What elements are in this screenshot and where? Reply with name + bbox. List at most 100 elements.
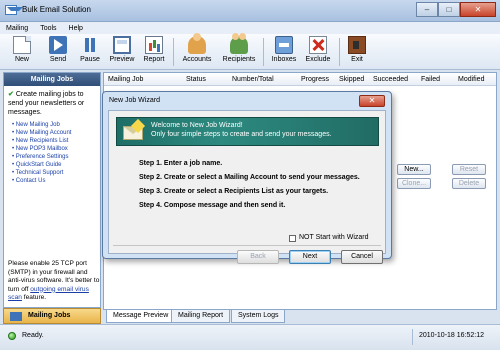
status-text: Ready. <box>22 332 44 339</box>
recipients-users-icon <box>230 33 248 54</box>
dialog-close-button[interactable]: ✕ <box>359 95 385 107</box>
grid-delete-button[interactable]: Delete <box>452 178 486 189</box>
dialog-separator <box>113 245 381 246</box>
link-new-recipients-list[interactable]: New Recipients List <box>12 137 100 145</box>
accounts-button[interactable]: Accounts <box>178 33 216 69</box>
report-button[interactable]: Report <box>138 35 170 69</box>
send-button[interactable]: Send <box>42 35 74 69</box>
dialog-body: Welcome to New Job Wizard! Only four sim… <box>108 110 386 264</box>
new-job-wizard-dialog: New Job Wizard ✕ Welcome to New Job Wiza… <box>102 91 392 264</box>
exit-door-icon <box>348 36 366 54</box>
pause-button[interactable]: Pause <box>74 35 106 69</box>
menu-help[interactable]: Help <box>69 25 83 32</box>
wizard-banner: Welcome to New Job Wizard! Only four sim… <box>116 117 379 146</box>
window-title: Bulk Email Solution <box>22 5 91 14</box>
recipients-button[interactable]: Recipients <box>219 33 259 69</box>
accounts-user-icon <box>188 33 206 54</box>
tab-mailing-report[interactable]: Mailing Report <box>171 310 231 323</box>
checkmark-icon: ✔ <box>8 91 14 98</box>
status-timestamp: 2010-10-18 16:52:12 <box>419 332 484 339</box>
toolbar: New Send Pause Preview Report Accounts R… <box>0 33 500 70</box>
link-preference-settings[interactable]: Preference Settings <box>12 153 100 161</box>
link-new-mailing-account[interactable]: New Mailing Account <box>12 129 100 137</box>
back-button[interactable]: Back <box>237 250 279 264</box>
wizard-steps: Step 1. Enter a job name. Step 2. Create… <box>139 157 360 213</box>
quick-links: New Mailing Job New Mailing Account New … <box>4 117 100 185</box>
status-separator <box>412 329 413 345</box>
left-intro: ✔ Create mailing jobs to send your newsl… <box>4 86 100 117</box>
status-ok-icon <box>8 332 16 340</box>
left-intro-text: Create mailing jobs to send your newslet… <box>8 91 85 116</box>
exclude-label: Exclude <box>305 56 331 63</box>
menu-tools[interactable]: Tools <box>40 25 56 32</box>
col-progress[interactable]: Progress <box>301 76 329 83</box>
banner-subtitle: Only four simple steps to create and sen… <box>151 131 332 138</box>
grid-new-button[interactable]: New... <box>397 164 431 175</box>
dialog-title: New Job Wizard <box>109 97 160 104</box>
exclude-button[interactable]: Exclude <box>301 35 335 69</box>
col-failed[interactable]: Failed <box>421 76 440 83</box>
tab-system-logs[interactable]: System Logs <box>231 310 286 323</box>
grid-header: Mailing Job Status Number/Total Progress… <box>104 73 496 86</box>
close-window-button[interactable]: ✕ <box>460 2 496 17</box>
exit-label: Exit <box>351 56 363 63</box>
link-contact-us[interactable]: Contact Us <box>12 177 100 185</box>
inbox-icon <box>275 36 293 54</box>
minimize-button[interactable]: – <box>416 2 438 17</box>
preview-button[interactable]: Preview <box>106 35 138 69</box>
pause-icon <box>81 36 99 54</box>
grid-reset-button[interactable]: Reset <box>452 164 486 175</box>
toolbar-separator <box>173 38 174 66</box>
accounts-label: Accounts <box>182 56 212 63</box>
send-label: Send <box>49 56 67 63</box>
col-status[interactable]: Status <box>186 76 206 83</box>
firewall-note-end: feature. <box>23 294 47 301</box>
next-button[interactable]: Next <box>289 250 331 264</box>
window-controls: – □ ✕ <box>416 2 496 17</box>
maximize-button[interactable]: □ <box>438 2 460 17</box>
exclude-x-icon <box>309 36 327 54</box>
col-modified[interactable]: Modified <box>458 76 484 83</box>
not-start-with-wizard-checkbox[interactable] <box>289 235 296 242</box>
link-new-pop3-mailbox[interactable]: New POP3 Mailbox <box>12 145 100 153</box>
inboxes-button[interactable]: Inboxes <box>267 35 301 69</box>
preview-label: Preview <box>109 56 135 63</box>
banner-title: Welcome to New Job Wizard! <box>151 122 243 129</box>
inboxes-label: Inboxes <box>271 56 297 63</box>
app-envelope-icon <box>5 5 23 15</box>
new-document-icon <box>13 36 31 54</box>
col-mailing-job[interactable]: Mailing Job <box>108 76 143 83</box>
mailing-jobs-tab-label: Mailing Jobs <box>28 312 71 319</box>
col-skipped[interactable]: Skipped <box>339 76 364 83</box>
link-quickstart-guide[interactable]: QuickStart Guide <box>12 161 100 169</box>
left-panel: Mailing Jobs ✔ Create mailing jobs to se… <box>3 72 101 308</box>
new-button[interactable]: New <box>6 35 38 69</box>
recipients-label: Recipients <box>222 56 256 63</box>
send-icon <box>49 36 67 54</box>
step-2: Step 2. Create or select a Mailing Accou… <box>139 174 360 181</box>
status-bar: Ready. 2010-10-18 16:52:12 <box>0 324 500 350</box>
grid-clone-button[interactable]: Clone... <box>397 178 431 189</box>
col-number-total[interactable]: Number/Total <box>232 76 274 83</box>
menu-mailing[interactable]: Mailing <box>6 25 28 32</box>
wizard-envelope-icon <box>122 118 146 143</box>
link-new-mailing-job[interactable]: New Mailing Job <box>12 121 100 129</box>
left-panel-header: Mailing Jobs <box>4 73 100 86</box>
col-succeeded[interactable]: Succeeded <box>373 76 408 83</box>
toolbar-separator <box>263 38 264 66</box>
new-label: New <box>14 56 29 63</box>
bottom-tabs: Message Preview Mailing Report System Lo… <box>103 310 497 323</box>
cancel-button[interactable]: Cancel <box>341 250 383 264</box>
pause-label: Pause <box>80 56 100 63</box>
not-start-with-wizard-label[interactable]: NOT Start with Wizard <box>299 234 369 241</box>
link-technical-support[interactable]: Technical Support <box>12 169 100 177</box>
exit-button[interactable]: Exit <box>341 35 373 69</box>
firewall-note: Please enable 25 TCP port (SMTP) in your… <box>8 260 100 303</box>
mailing-jobs-tab[interactable]: Mailing Jobs <box>3 308 101 324</box>
report-chart-icon <box>145 36 163 54</box>
menu-bar: Mailing Tools Help <box>0 22 500 34</box>
mailing-jobs-icon <box>10 312 22 321</box>
title-bar: Bulk Email Solution – □ ✕ <box>0 0 500 22</box>
tab-message-preview[interactable]: Message Preview <box>106 310 176 323</box>
preview-window-icon <box>113 36 131 54</box>
